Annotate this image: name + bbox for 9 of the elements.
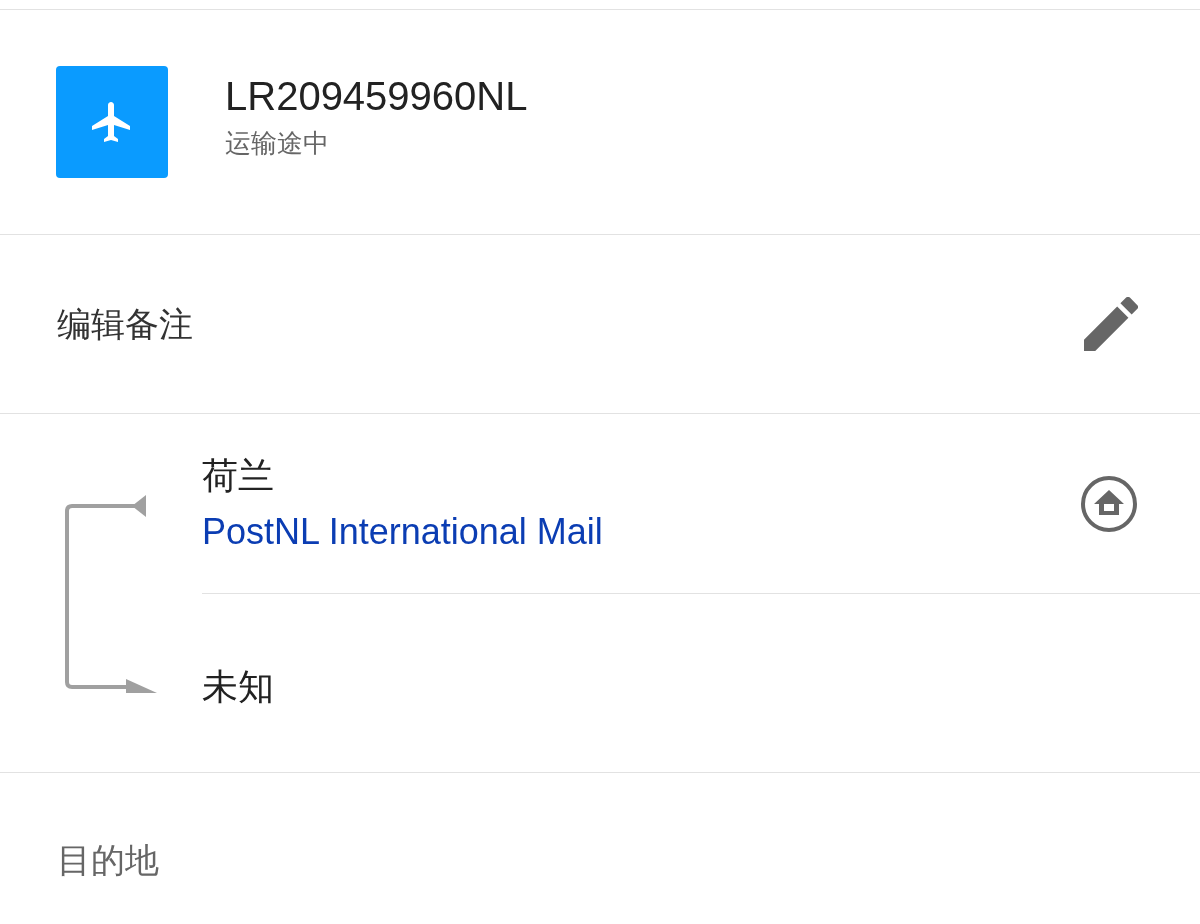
destination-label: 目的地 <box>57 840 159 881</box>
home-icon[interactable] <box>1080 474 1138 533</box>
pencil-icon[interactable] <box>1084 297 1138 351</box>
tracking-number: LR209459960NL <box>225 73 528 120</box>
origin-country: 荷兰 <box>202 453 275 498</box>
note-label: 编辑备注 <box>57 303 193 345</box>
destination-country: 未知 <box>202 665 274 709</box>
carrier-link[interactable]: PostNL International Mail <box>202 503 603 560</box>
shipment-status: 运输途中 <box>225 127 330 160</box>
